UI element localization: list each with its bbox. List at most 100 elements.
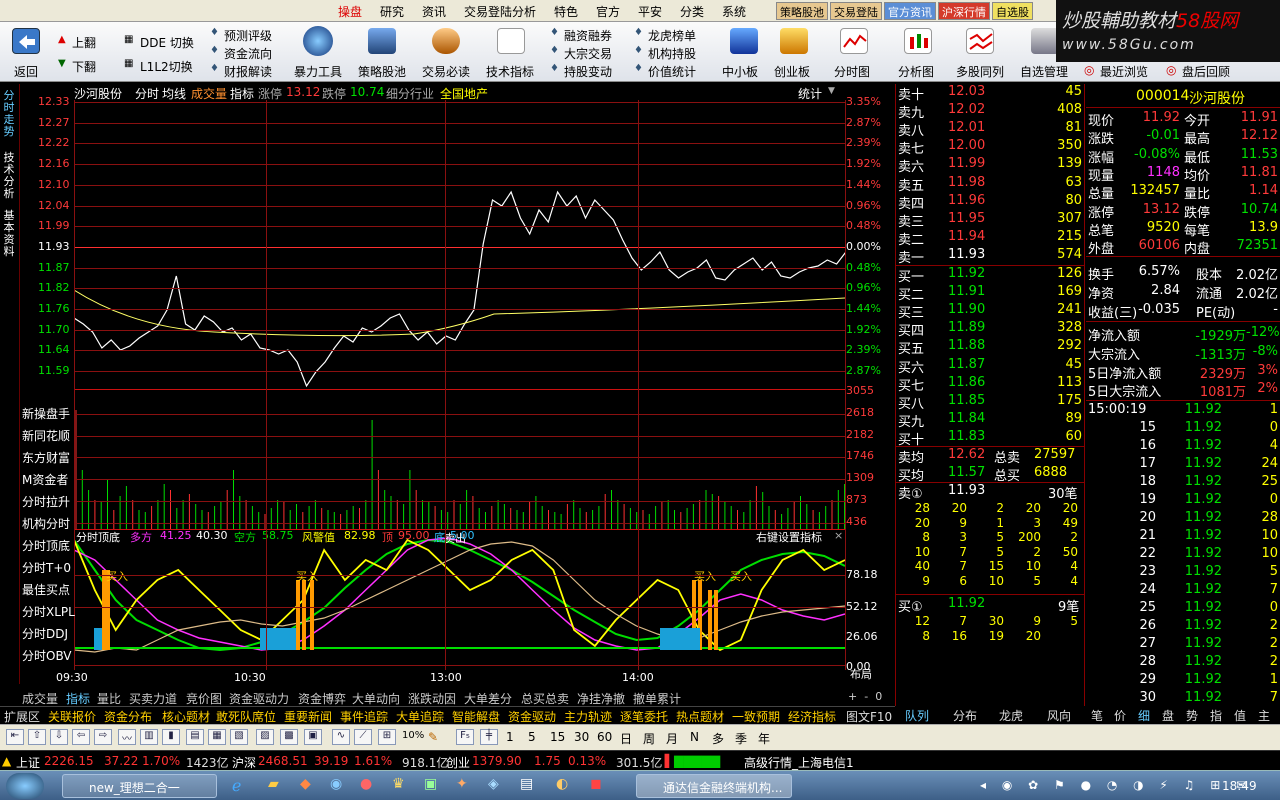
sh-index-label[interactable]: 上证	[16, 754, 40, 771]
indicator-shortcut[interactable]: 新操盘手	[22, 405, 70, 422]
bid-price[interactable]: 11.89	[948, 320, 985, 335]
menu-trade-analysis[interactable]: 交易登陆分析	[464, 3, 536, 20]
ask-price[interactable]: 12.00	[948, 138, 985, 153]
right-panel-tab[interactable]: 风向	[1047, 707, 1071, 724]
chart-area[interactable]: 沙河股份 分时 均线 成交量 指标 涨停 13.12 跌停 10.74 细分行业…	[20, 84, 895, 688]
indicator-shortcut[interactable]: 机构分时	[22, 515, 70, 532]
right-arrow-icon[interactable]: ⇨	[94, 729, 112, 745]
app-icon-b[interactable]: ◉	[330, 776, 342, 792]
tool-icon-a[interactable]: ▤	[186, 729, 204, 745]
clock[interactable]: 18:49	[1222, 779, 1257, 793]
ask-price[interactable]: 12.01	[948, 120, 985, 135]
strategy-pool-icon[interactable]	[368, 28, 396, 54]
indicator-shortcut[interactable]: 分时T+0	[22, 559, 71, 576]
indicator-tab[interactable]: 总买总卖	[521, 690, 569, 707]
folder-icon[interactable]: ▰	[268, 776, 279, 792]
margin-trading-button[interactable]: 融资融券	[564, 27, 612, 44]
bar-chart-icon[interactable]: ▥	[140, 729, 158, 745]
market-button[interactable]: 沪深行情	[938, 2, 990, 20]
menu-guanfang[interactable]: 官方	[596, 3, 620, 20]
bid-price[interactable]: 11.92	[948, 266, 985, 281]
after-market-review-button[interactable]: 盘后回顾	[1182, 63, 1230, 80]
page-up-button[interactable]: 上翻	[72, 34, 96, 51]
menu-tese[interactable]: 特色	[554, 3, 578, 20]
extension-tab[interactable]: 扩展区	[4, 708, 40, 725]
analysis-chart-icon[interactable]	[904, 28, 932, 54]
indicator-tab[interactable]: 买卖力道	[129, 690, 177, 707]
period-year[interactable]: 年	[758, 730, 770, 747]
task-tdx-terminal[interactable]: 通达信金融终端机构...	[636, 774, 792, 798]
trend-icon[interactable]: ⟋	[354, 729, 372, 745]
period-multi[interactable]: 多	[712, 730, 724, 747]
extension-tab[interactable]: 主力轨迹	[564, 708, 612, 725]
bid-price[interactable]: 11.85	[948, 393, 985, 408]
bid-price[interactable]: 11.91	[948, 284, 985, 299]
ask-price[interactable]: 12.03	[948, 84, 985, 99]
extension-tab[interactable]: 热点题材	[676, 708, 724, 725]
period-30min[interactable]: 30	[574, 730, 589, 744]
extension-tab[interactable]: 敢死队席位	[216, 708, 276, 725]
wave-icon[interactable]: ∿	[332, 729, 350, 745]
timechart-button[interactable]: 分时图	[834, 63, 870, 80]
multi-stock-icon[interactable]	[966, 28, 994, 54]
extension-tab[interactable]: 资金驱动	[508, 708, 556, 725]
menu-yanjiu[interactable]: 研究	[380, 3, 404, 20]
vtab-basic[interactable]: 基本资料	[1, 210, 17, 258]
percent-icon[interactable]: 10%	[402, 730, 424, 741]
gem-board-button[interactable]: 创业板	[774, 63, 810, 80]
bid-price[interactable]: 11.88	[948, 338, 985, 353]
indicator-tab[interactable]: 大单差分	[464, 690, 512, 707]
trade-guide-button[interactable]: 交易必读	[422, 63, 470, 80]
timechart-icon[interactable]	[840, 28, 868, 54]
bid-price[interactable]: 11.87	[948, 357, 985, 372]
indicator-tab[interactable]: 净挂净撤	[577, 690, 625, 707]
inst-holding-button[interactable]: 机构持股	[648, 45, 696, 62]
indicator-shortcut[interactable]: 最佳买点	[22, 581, 70, 598]
power-tool-button[interactable]: 暴力工具	[294, 63, 342, 80]
trade-login-button[interactable]: 交易登陆	[830, 2, 882, 20]
gem-index-label[interactable]: 创业	[446, 754, 470, 771]
ask-price[interactable]: 11.99	[948, 156, 985, 171]
indicator-shortcut[interactable]: 新同花顺	[22, 427, 70, 444]
extension-tab[interactable]: 资金分布	[104, 708, 152, 725]
holding-change-button[interactable]: 持股变动	[564, 63, 612, 80]
tool-icon-b[interactable]: ▦	[208, 729, 226, 745]
right-panel-tab[interactable]: 队列	[905, 707, 929, 724]
task-explorer[interactable]: new_理想二合一	[62, 774, 217, 798]
trade-guide-icon[interactable]	[432, 28, 460, 54]
app-icon-f[interactable]: ✦	[456, 776, 468, 792]
gem-board-icon[interactable]	[780, 28, 808, 54]
tool-icon-f[interactable]: ▣	[304, 729, 322, 745]
multi-stock-button[interactable]: 多股同列	[956, 63, 1004, 80]
period-quarter[interactable]: 季	[735, 730, 747, 747]
pencil-icon[interactable]: ✎	[428, 730, 438, 744]
power-tool-icon[interactable]	[303, 26, 333, 56]
indicator-shortcut[interactable]: 分时顶底	[22, 537, 70, 554]
strategy-pool-tool[interactable]: 策略股池	[358, 63, 406, 80]
kline-icon[interactable]: ╪	[480, 729, 498, 745]
menu-zixun[interactable]: 资讯	[422, 3, 446, 20]
ask-price[interactable]: 11.95	[948, 211, 985, 226]
right-panel-tab[interactable]: 盘	[1162, 707, 1174, 724]
bid-price[interactable]: 11.90	[948, 302, 985, 317]
tool-icon-d[interactable]: ▨	[256, 729, 274, 745]
right-panel-tab[interactable]: 分布	[953, 707, 977, 724]
vtab-timechart[interactable]: 分时走势	[1, 90, 17, 138]
scale-icon[interactable]: ⊞	[378, 729, 396, 745]
extension-tab[interactable]: 逐笔委托	[620, 708, 668, 725]
start-button-icon[interactable]	[6, 773, 44, 799]
bid-price[interactable]: 11.84	[948, 411, 985, 426]
candle-icon[interactable]: ▮	[162, 729, 180, 745]
period-60min[interactable]: 60	[597, 730, 612, 744]
forecast-rating-button[interactable]: 预测评级	[224, 27, 272, 44]
sz-index-label[interactable]: 沪深	[232, 754, 256, 771]
right-panel-tab[interactable]: 龙虎	[999, 707, 1023, 724]
right-panel-tab[interactable]: 主	[1258, 707, 1270, 724]
up-arrow-icon[interactable]: ⇧	[28, 729, 46, 745]
down-arrow-icon[interactable]: ⇩	[50, 729, 68, 745]
block-trade-button[interactable]: 大宗交易	[564, 45, 612, 62]
menu-caopan[interactable]: 操盘	[338, 3, 362, 20]
extension-tab[interactable]: 关联报价	[48, 708, 96, 725]
indicator-shortcut[interactable]: 东方财富	[22, 449, 70, 466]
tray-icons[interactable]: ◂ ◉ ✿ ⚑ ● ◔ ◑ ⚡ ♫ ⊞ ✉	[980, 778, 1252, 792]
